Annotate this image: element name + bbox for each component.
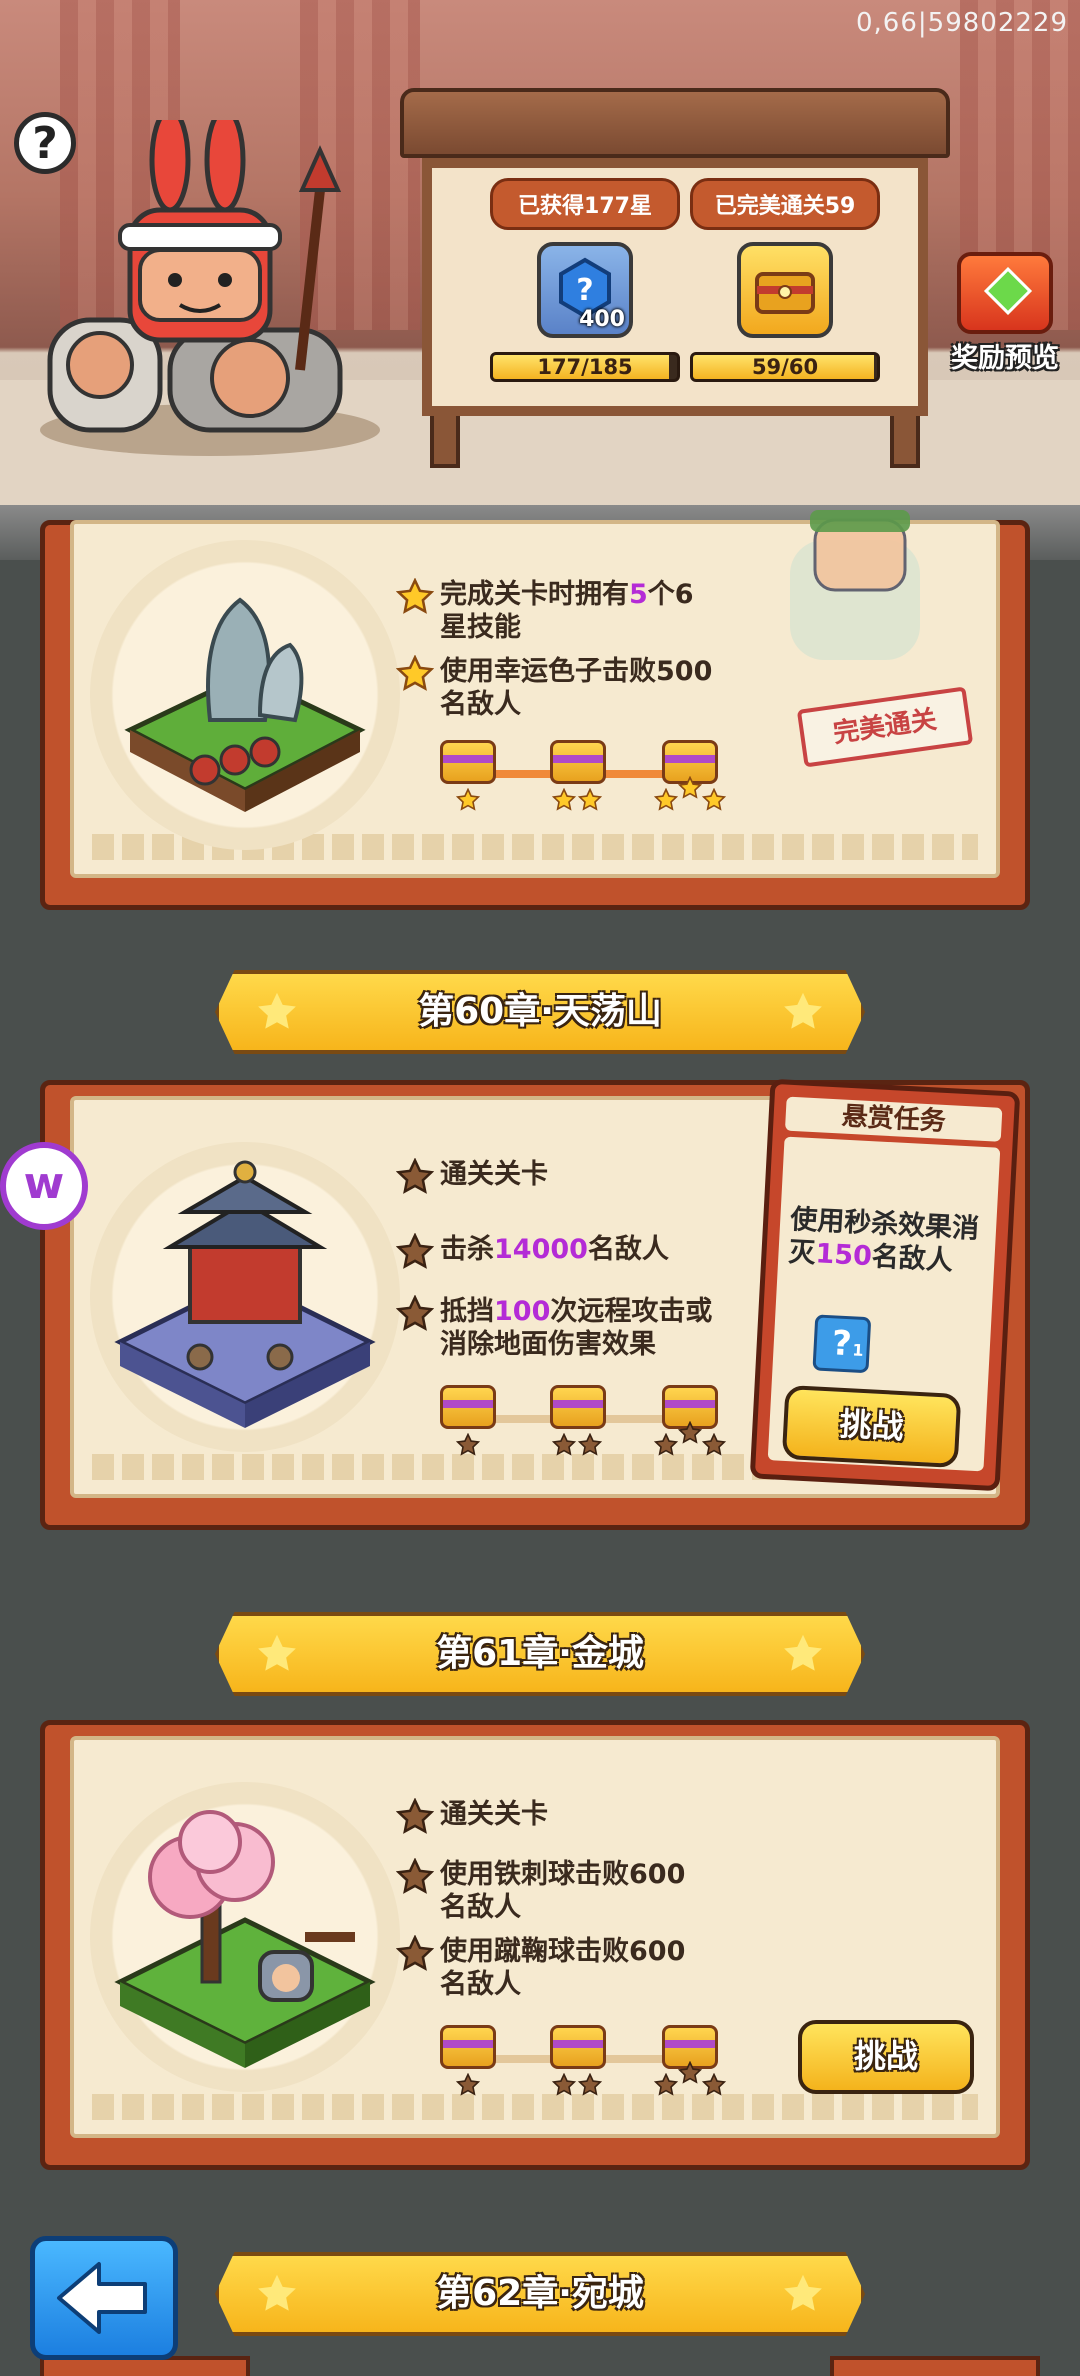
chapter-title: 第60章·天荡山 xyxy=(418,991,662,1032)
task-item: 使用幸运色子击败500名敌人 xyxy=(440,655,720,721)
perfect-reward-icon[interactable] xyxy=(737,242,833,338)
chapter-diorama[interactable] xyxy=(90,1142,400,1452)
star-empty-icon xyxy=(396,1935,434,1973)
banner-star-icon xyxy=(781,990,825,1034)
star-empty-icon xyxy=(702,1433,726,1457)
star-empty-icon xyxy=(678,1421,702,1445)
star-empty-icon xyxy=(456,2073,480,2097)
chapter-banner-62: 第62章·宛城 xyxy=(215,2252,865,2336)
star-empty-icon xyxy=(396,1233,434,1271)
task-item: 使用蹴鞠球击败600名敌人 xyxy=(440,1935,690,2001)
task-item: 通关关卡 xyxy=(440,1158,720,1191)
treasure-chest-icon xyxy=(755,272,815,314)
mystery-reward-count: 1 xyxy=(851,1340,865,1360)
svg-text:?: ? xyxy=(576,273,593,308)
hero-character-illustration xyxy=(40,120,380,456)
chapter-diorama xyxy=(90,540,400,850)
star-empty-icon xyxy=(654,1433,678,1457)
board-roof xyxy=(400,88,950,158)
chapter-banner-60: 第60章·天荡山 xyxy=(215,970,865,1054)
star-empty-icon xyxy=(678,2061,702,2085)
star-empty-icon xyxy=(552,1433,576,1457)
chapter-card-61: 通关关卡 使用铁刺球击败600名敌人 使用蹴鞠球击败600名敌人 挑战 xyxy=(30,1720,1040,2170)
star-reward-track xyxy=(440,740,740,820)
achievement-board: 已获得177星 ? 400 177/185 已完美通关59 59/60 xyxy=(400,88,950,468)
star-chest-2[interactable] xyxy=(550,740,606,784)
star-earned-icon xyxy=(552,788,576,812)
star-earned-icon xyxy=(396,655,434,693)
star-earned-icon xyxy=(578,788,602,812)
star-empty-icon xyxy=(396,1798,434,1836)
task-item: 完成关卡时拥有5个6星技能 xyxy=(440,578,720,644)
challenge-button[interactable]: 挑战 xyxy=(781,1384,962,1469)
perfect-progress-text: 59/60 xyxy=(751,355,819,379)
star-reward-track xyxy=(440,1385,740,1465)
blossom-tree-garden-illustration xyxy=(114,1810,376,2068)
star-chest-2[interactable] xyxy=(550,2025,606,2069)
star-earned-icon xyxy=(396,578,434,616)
stars-progress-bar: 177/185 xyxy=(490,352,680,382)
star-chest-1[interactable] xyxy=(440,1385,496,1429)
star-empty-icon xyxy=(578,2073,602,2097)
star-earned-icon xyxy=(702,788,726,812)
star-empty-icon xyxy=(396,1858,434,1896)
chapter-book-edge xyxy=(830,2356,1040,2376)
perfect-stat: 已完美通关59 59/60 xyxy=(690,178,880,382)
star-empty-icon xyxy=(396,1158,434,1196)
star-empty-icon xyxy=(396,1295,434,1333)
back-button[interactable] xyxy=(30,2236,178,2360)
bounty-description: 使用秒杀效果消灭150名敌人 xyxy=(787,1203,980,1277)
star-chest-1[interactable] xyxy=(440,2025,496,2069)
banner-star-icon xyxy=(781,2272,825,2316)
chapter-banner-61: 第61章·金城 xyxy=(215,1612,865,1696)
reward-preview-button[interactable]: 奖励预览 xyxy=(940,252,1070,375)
star-reward-track xyxy=(440,2025,740,2105)
back-arrow-icon xyxy=(57,2262,147,2334)
star-chest-2[interactable] xyxy=(550,1385,606,1429)
chapter-diorama[interactable] xyxy=(90,1782,400,2092)
bounty-task-card: 悬赏任务 使用秒杀效果消灭150名敌人 ? 1 挑战 xyxy=(749,1078,1021,1492)
pavilion-fortress-illustration xyxy=(114,1160,376,1428)
star-earned-icon xyxy=(654,788,678,812)
achievement-header: 0,66|59802229 ? 已获得177星 ? 400 177/185 已完… xyxy=(0,0,1080,560)
debug-text: 0,66|59802229 xyxy=(856,8,1068,38)
chapter-card-59: 完成关卡时拥有5个6星技能 使用幸运色子击败500名敌人 完美通关 xyxy=(30,510,1040,910)
general-character-illustration xyxy=(790,510,920,660)
stars-progress-text: 177/185 xyxy=(537,355,633,379)
banner-star-icon xyxy=(781,1632,825,1676)
reward-preview-label: 奖励预览 xyxy=(951,343,1059,374)
stars-stat: 已获得177星 ? 400 177/185 xyxy=(490,178,680,382)
star-chest-1[interactable] xyxy=(440,740,496,784)
stars-label: 已获得177星 xyxy=(490,178,680,230)
challenge-button[interactable]: 挑战 xyxy=(798,2020,974,2094)
star-earned-icon xyxy=(456,788,480,812)
chapter-title: 第61章·金城 xyxy=(436,1633,644,1674)
mystery-reward-icon[interactable]: ? 1 xyxy=(812,1314,872,1374)
chapter-title: 第62章·宛城 xyxy=(436,2273,644,2314)
floating-w-logo-icon[interactable]: w xyxy=(0,1142,88,1230)
task-item: 击杀14000名敌人 xyxy=(440,1233,720,1266)
task-item: 抵挡100次远程攻击或消除地面伤害效果 xyxy=(440,1295,720,1361)
perfect-progress-bar: 59/60 xyxy=(690,352,880,382)
task-item: 使用铁刺球击败600名敌人 xyxy=(440,1858,690,1924)
star-empty-icon xyxy=(552,2073,576,2097)
star-empty-icon xyxy=(456,1433,480,1457)
star-empty-icon xyxy=(578,1433,602,1457)
reward-chest-icon xyxy=(957,252,1053,334)
rock-garden-illustration xyxy=(124,597,366,812)
star-empty-icon xyxy=(654,2073,678,2097)
perfect-label: 已完美通关59 xyxy=(690,178,880,230)
stars-reward-count: 400 xyxy=(579,307,625,332)
bounty-title: 悬赏任务 xyxy=(784,1096,1003,1142)
star-earned-icon xyxy=(678,776,702,800)
stars-reward-icon[interactable]: ? 400 xyxy=(537,242,633,338)
star-empty-icon xyxy=(702,2073,726,2097)
task-item: 通关关卡 xyxy=(440,1798,720,1831)
